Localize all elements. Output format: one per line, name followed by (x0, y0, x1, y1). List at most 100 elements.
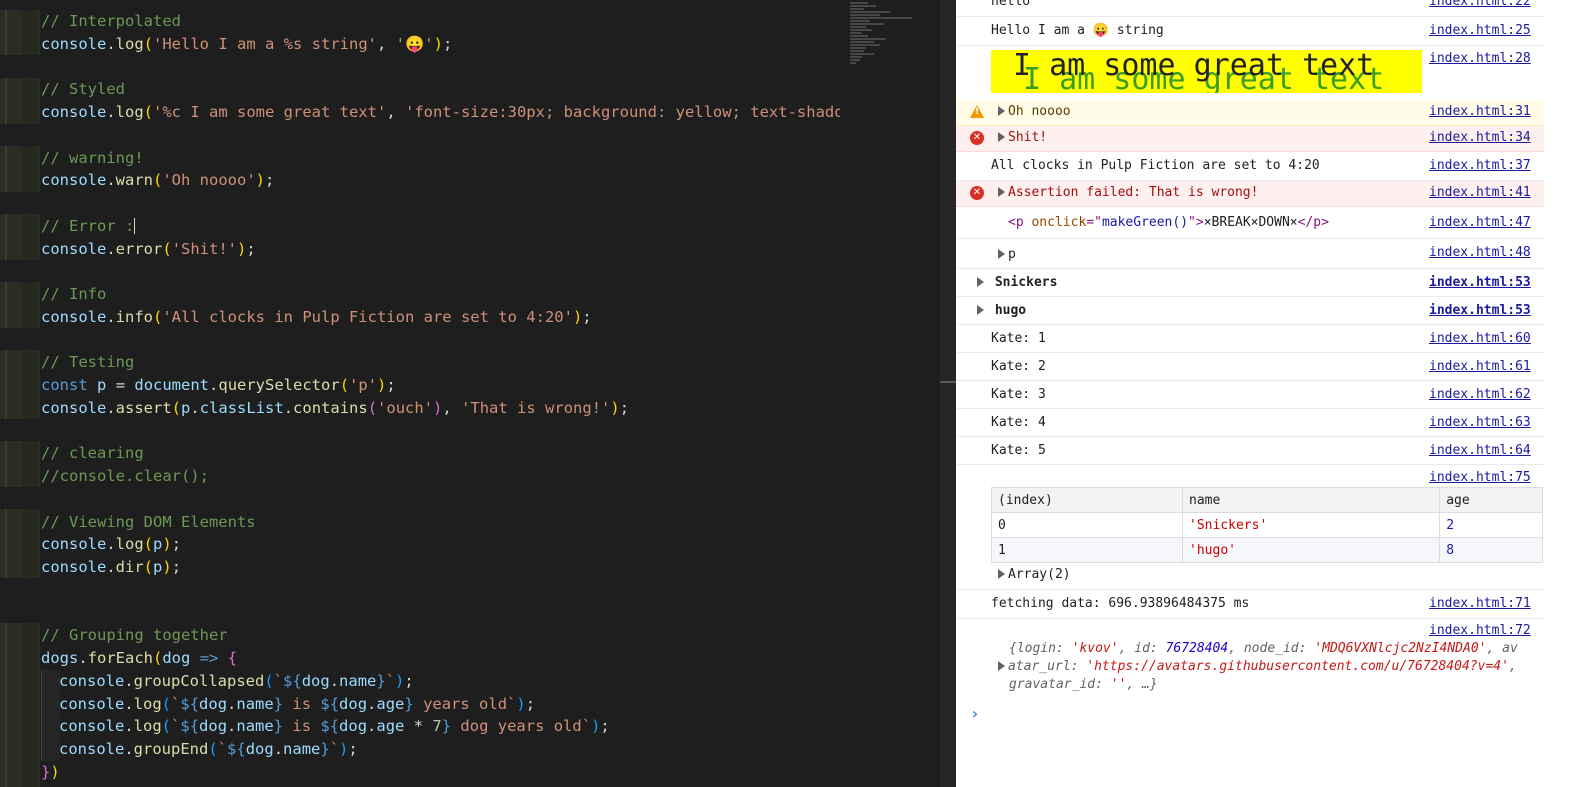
source-link[interactable]: index.html:37 (1429, 158, 1531, 173)
code-comment: // Error : (41, 216, 136, 235)
git-change-marker (0, 350, 40, 419)
code-comment: // Viewing DOM Elements (41, 512, 256, 531)
console-object-row[interactable]: index.html:72 {login: 'kvov', id: 767284… (956, 619, 1544, 699)
console-log-row: Kate: 2 index.html:61 (956, 353, 1544, 381)
code-line: console.groupCollapsed(`${dog.name}`); (41, 669, 840, 693)
console-log-row: Hello I am a 😛 string index.html:25 (956, 17, 1544, 46)
code-comment: // Info (41, 285, 107, 303)
code-blank (41, 602, 840, 625)
code-line: const p = document.querySelector('p'); (41, 376, 396, 394)
source-link[interactable]: index.html:60 (1429, 331, 1531, 346)
console-warning-row[interactable]: ! Oh noooo index.html:31 (956, 100, 1544, 126)
console-log-row: Kate: 4 index.html:63 (956, 409, 1544, 437)
code-blank (41, 260, 840, 283)
code-line: dogs.forEach(dog => { (41, 649, 238, 667)
source-link[interactable]: index.html:47 (1429, 215, 1531, 230)
source-link[interactable]: index.html:53 (1429, 303, 1531, 318)
devtools-console[interactable]: hello index.html:22 Hello I am a 😛 strin… (956, 0, 1573, 787)
source-link[interactable]: index.html:75 (1429, 470, 1531, 485)
table-cell: 8 (1439, 537, 1543, 563)
code-line: console.dir(p); (41, 558, 182, 576)
log-message: p (998, 247, 1016, 262)
console-group-row[interactable]: hugo index.html:53 (956, 297, 1544, 325)
editor-scrollbar[interactable] (940, 0, 956, 787)
code-line: console.info('All clocks in Pulp Fiction… (41, 307, 592, 326)
code-editor[interactable]: // Interpolated console.log('Hello I am … (0, 0, 840, 787)
source-link[interactable]: index.html:48 (1429, 245, 1531, 260)
console-group-row[interactable]: Snickers index.html:53 (956, 269, 1544, 297)
git-change-marker (0, 78, 40, 124)
source-link[interactable]: index.html:25 (1429, 23, 1531, 38)
code-lines[interactable]: // Interpolated console.log('Hello I am … (41, 10, 840, 784)
source-link[interactable]: index.html:53 (1429, 275, 1531, 290)
git-change-marker (0, 282, 40, 328)
source-link[interactable]: index.html:22 (1429, 0, 1531, 9)
source-link[interactable]: index.html:71 (1429, 596, 1531, 611)
source-link[interactable]: index.html:63 (1429, 415, 1531, 430)
editor-minimap[interactable] (840, 0, 940, 787)
source-link[interactable]: index.html:28 (1429, 51, 1531, 66)
table-row: 1 'hugo' 8 (990, 537, 1543, 563)
source-link[interactable]: index.html:34 (1429, 130, 1531, 145)
log-message: Kate: 2 (991, 359, 1046, 374)
array-expander[interactable]: Array(2) (998, 567, 1071, 582)
code-comment: //console.clear(); (41, 467, 209, 485)
console-assert-row[interactable]: ✕ Assertion failed: That is wrong! index… (956, 181, 1544, 207)
console-log-row: Kate: 3 index.html:62 (956, 381, 1544, 409)
code-line: console.warn('Oh noooo'); (41, 171, 275, 190)
log-message: Shit! (998, 130, 1047, 145)
source-link[interactable]: index.html:64 (1429, 443, 1531, 458)
table-cell: 1 (990, 537, 1184, 563)
git-change-marker (0, 509, 40, 578)
source-link[interactable]: index.html:72 (1429, 623, 1531, 638)
expand-triangle-icon (998, 132, 1005, 142)
code-blank (41, 124, 840, 147)
table-row: 0 'Snickers' 2 (990, 512, 1543, 538)
log-message: hello (991, 0, 1031, 9)
console-dom-element-row[interactable]: <p onclick="makeGreen()">×BREAK×DOWN×</p… (956, 207, 1544, 239)
code-comment: // Styled (41, 80, 125, 99)
git-change-marker (0, 441, 40, 487)
code-line: console.log(`${dog.name} is ${dog.age * … (41, 715, 840, 738)
console-log-row: hello index.html:22 (956, 0, 1544, 17)
code-blank (41, 579, 840, 602)
editor-gutter (0, 0, 40, 787)
code-comment: // Grouping together (41, 626, 228, 645)
expand-triangle-icon (977, 305, 984, 315)
source-link[interactable]: index.html:31 (1429, 104, 1531, 119)
console-dir-row[interactable]: p index.html:48 (956, 239, 1544, 269)
code-line: console.groupEnd(`${dog.name}`); (41, 738, 840, 761)
expand-triangle-icon (977, 277, 984, 287)
scrollbar-position-marker (940, 381, 956, 383)
source-link[interactable]: index.html:62 (1429, 387, 1531, 402)
code-blank (41, 56, 840, 79)
code-comment: // Testing (41, 353, 135, 372)
dom-element-node[interactable]: <p onclick="makeGreen()">×BREAK×DOWN×</p… (1008, 215, 1329, 230)
console-log-row: Kate: 1 index.html:60 (956, 325, 1544, 353)
console-prompt[interactable]: › (970, 704, 980, 723)
code-line: }) (41, 762, 60, 781)
log-message: fetching data: 696.93896484375 ms (991, 596, 1250, 611)
styled-text: I am some great text (1013, 50, 1375, 83)
console-log-row: Kate: 5 index.html:64 (956, 437, 1544, 465)
code-comment: // warning! (41, 148, 144, 167)
source-link[interactable]: index.html:61 (1429, 359, 1531, 374)
group-label: Snickers (977, 275, 1057, 290)
console-error-row[interactable]: ✕ Shit! index.html:34 (956, 126, 1544, 152)
table-header[interactable]: age (1439, 487, 1543, 513)
table-cell: 0 (990, 512, 1184, 538)
log-message: Kate: 5 (991, 443, 1046, 458)
source-link[interactable]: index.html:41 (1429, 185, 1531, 200)
code-comment: // clearing (41, 444, 144, 463)
console-info-row: All clocks in Pulp Fiction are set to 4:… (956, 152, 1544, 181)
log-message: Hello I am a 😛 string (991, 23, 1164, 38)
expand-triangle-icon (998, 249, 1005, 259)
expand-triangle-icon (998, 106, 1005, 116)
log-message: Kate: 1 (991, 331, 1046, 346)
log-message: Kate: 3 (991, 387, 1046, 402)
table-header[interactable]: (index) (990, 487, 1184, 513)
table-cell: 'Snickers' (1182, 512, 1441, 538)
code-blank (41, 420, 840, 443)
table-header[interactable]: name (1182, 487, 1441, 513)
code-line: console.error('Shit!'); (41, 239, 256, 258)
